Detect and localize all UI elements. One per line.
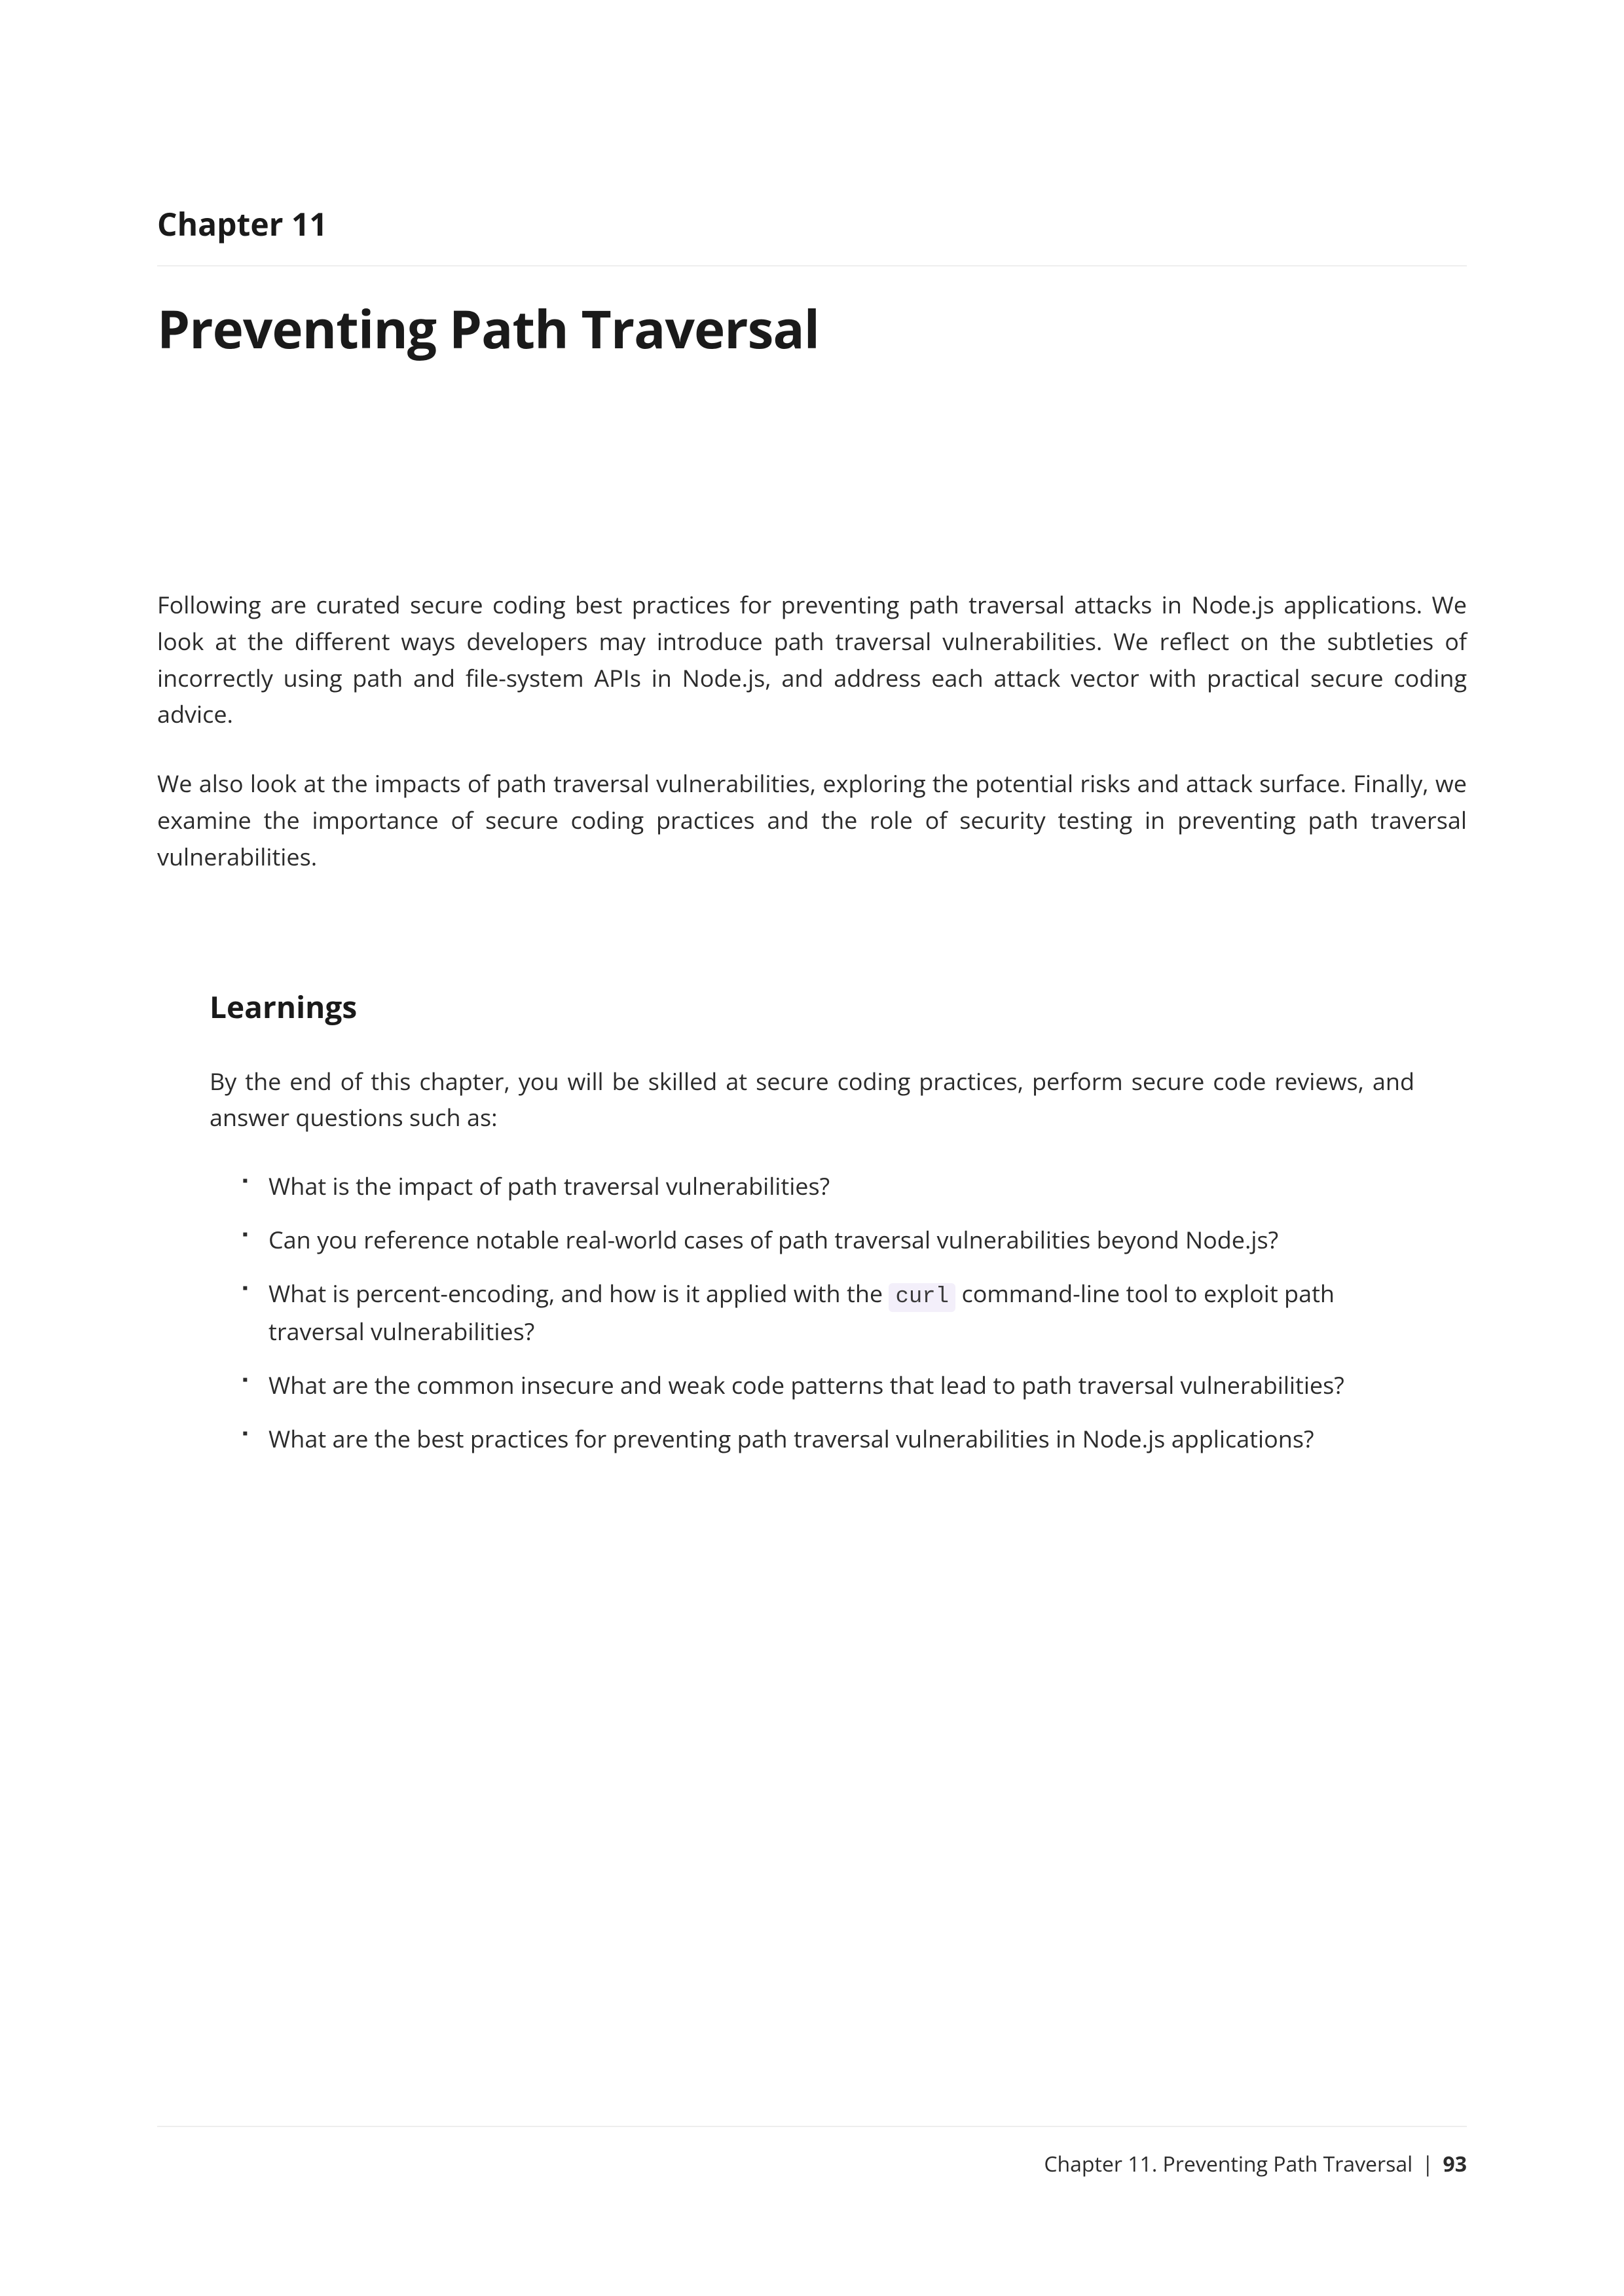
learnings-section: Learnings By the end of this chapter, yo… — [157, 987, 1467, 1457]
learnings-intro: By the end of this chapter, you will be … — [210, 1063, 1414, 1137]
list-item: What is percent-encoding, and how is it … — [242, 1276, 1414, 1349]
page-number: 93 — [1443, 2150, 1467, 2178]
list-item: What is the impact of path traversal vul… — [242, 1169, 1414, 1204]
list-item: What are the common insecure and weak co… — [242, 1368, 1414, 1403]
footer-divider — [157, 2126, 1467, 2127]
page-content: Chapter 11 Preventing Path Traversal Fol… — [0, 0, 1624, 1457]
footer-separator: | — [1422, 2150, 1434, 2178]
learnings-title: Learnings — [210, 987, 1414, 1027]
learnings-list: What is the impact of path traversal vul… — [210, 1169, 1414, 1457]
intro-paragraph-1: Following are curated secure coding best… — [157, 587, 1467, 733]
footer-text: Chapter 11. Preventing Path Traversal | … — [157, 2150, 1467, 2178]
chapter-label: Chapter 11 — [157, 203, 1467, 246]
chapter-title: Preventing Path Traversal — [157, 293, 1467, 364]
list-item: What are the best practices for preventi… — [242, 1421, 1414, 1457]
intro-paragraph-2: We also look at the impacts of path trav… — [157, 765, 1467, 875]
footer-chapter-ref: Chapter 11. Preventing Path Traversal — [1044, 2150, 1412, 2178]
list-item-text-pre: What is percent-encoding, and how is it … — [268, 1277, 889, 1309]
inline-code: curl — [889, 1283, 955, 1312]
intro-section: Following are curated secure coding best… — [157, 587, 1467, 875]
list-item: Can you reference notable real-world cas… — [242, 1222, 1414, 1258]
page-footer: Chapter 11. Preventing Path Traversal | … — [157, 2126, 1467, 2178]
chapter-divider — [157, 265, 1467, 266]
